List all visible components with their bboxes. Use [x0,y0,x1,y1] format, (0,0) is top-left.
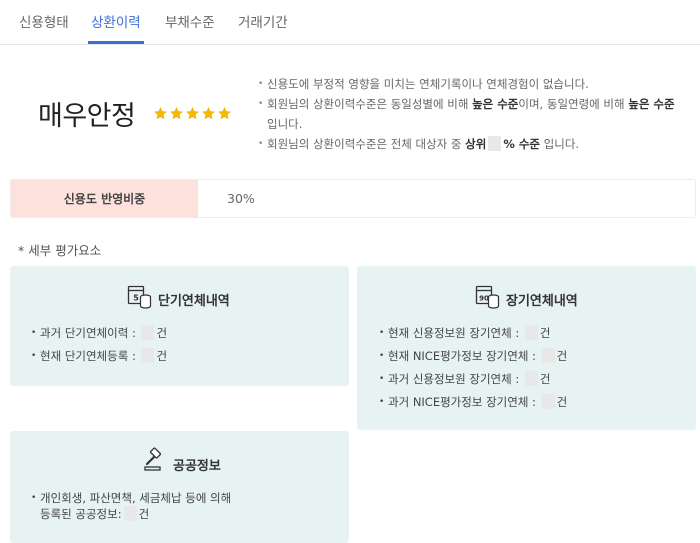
calendar-5-coins-icon: 5 [127,285,152,309]
public-info-card: 공공정보 개인회생, 파산면책, 세금체납 등에 의해등록된 공공정보:건 [10,431,349,543]
summary-list: 신용도에 부정적 영향을 미치는 연체기록이나 연체경험이 없습니다. 회원님의… [258,74,678,154]
summary-item: 신용도에 부정적 영향을 미치는 연체기록이나 연체경험이 없습니다. [258,74,678,94]
list-item: 현재 단기연체등록 : 건 [31,345,167,368]
masked-value [123,506,137,521]
star-icon [186,106,199,120]
tab-transaction-period[interactable]: 거래기간 [238,11,288,31]
summary-item: 회원님의 상환이력수준은 동일성별에 비해 높은 수준이며, 동일연령에 비해 … [258,94,678,134]
masked-value [524,371,538,386]
masked-value [488,136,502,151]
masked-value [141,348,155,363]
tab-repayment-history[interactable]: 상환이력 [91,11,141,31]
list-item: 현재 신용정보원 장기연체 : 건 [379,322,567,345]
gavel-icon [144,447,162,471]
list-item: 과거 NICE평가정보 장기연체 : 건 [379,391,567,414]
star-icon [218,106,231,120]
star-rating [153,106,232,121]
svg-text:5: 5 [133,294,139,303]
star-icon [202,106,215,120]
list-item: 현재 NICE평가정보 장기연체 : 건 [379,345,567,368]
calendar-90-coins-icon: 90 [475,285,500,309]
list-item: 과거 신용정보원 장기연체 : 건 [379,368,567,391]
star-icon [170,106,183,120]
credit-weight-label: 신용도 반영비중 [11,180,198,217]
summary-item: 회원님의 상환이력수준은 전체 대상자 중 상위% 수준 입니다. [258,134,678,154]
masked-value [524,325,538,340]
svg-text:90: 90 [479,295,489,303]
detail-section-title: * 세부 평가요소 [18,243,102,258]
list-item: 개인회생, 파산면책, 세금체납 등에 의해등록된 공공정보:건 [31,491,231,522]
long-term-delinquency-card: 90 장기연체내역 현재 신용정보원 장기연체 : 건 현재 NICE평가정보 … [357,266,696,430]
star-icon [154,106,167,120]
list-item: 과거 단기연체이력 : 건 [31,322,167,345]
masked-value [541,394,555,409]
credit-weight-box: 신용도 반영비중 30% [10,179,696,218]
card-title: 단기연체내역 [158,294,230,309]
tab-credit-type[interactable]: 신용형태 [19,11,69,31]
rating-level: 매우안정 [38,101,136,132]
card-title: 공공정보 [173,459,221,474]
credit-weight-value: 30% [227,191,255,206]
tab-bar: 신용형태 상환이력 부채수준 거래기간 [0,0,700,45]
short-term-delinquency-card: 5 단기연체내역 과거 단기연체이력 : 건 현재 단기연체등록 : 건 [10,266,349,386]
card-title: 장기연체내역 [506,294,578,309]
masked-value [141,325,155,340]
masked-value [541,348,555,363]
active-tab-indicator [88,41,144,44]
tab-debt-level[interactable]: 부채수준 [165,11,215,31]
